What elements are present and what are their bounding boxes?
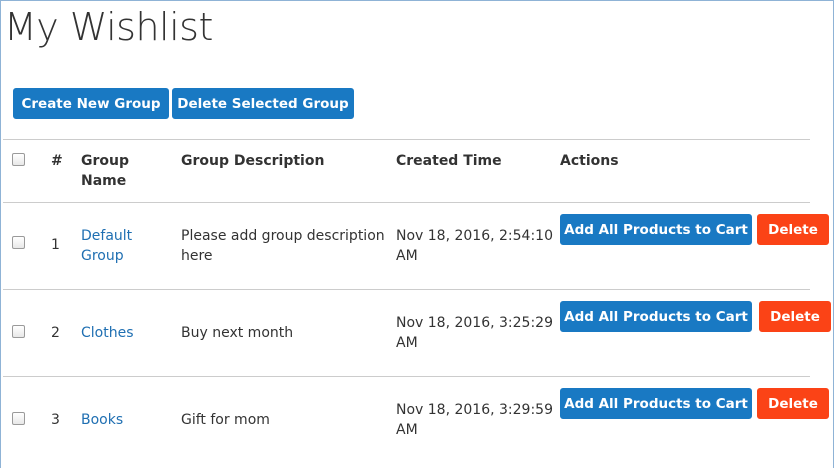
- created-time-line1: Nov 18, 2016, 3:25:29: [396, 315, 553, 331]
- group-name-link[interactable]: Default Group: [81, 226, 132, 266]
- row-divider: [3, 289, 810, 290]
- created-time: Nov 18, 2016, 3:29:59 AM: [396, 400, 553, 440]
- delete-group-button[interactable]: Delete: [757, 214, 829, 245]
- add-all-products-to-cart-button[interactable]: Add All Products to Cart: [560, 214, 752, 245]
- created-time-line1: Nov 18, 2016, 2:54:10: [396, 228, 553, 244]
- column-header-group-name-line1: Group: [81, 153, 130, 169]
- column-header-group-name-line2: Name: [81, 173, 127, 189]
- created-time-line2: AM: [396, 335, 418, 351]
- group-name-line2: Group: [81, 248, 124, 264]
- row-select-checkbox[interactable]: [12, 325, 25, 338]
- column-header-created-time[interactable]: Created Time: [396, 151, 502, 171]
- column-header-number: #: [51, 153, 63, 169]
- created-time-line1: Nov 18, 2016, 3:29:59: [396, 402, 553, 418]
- row-index: 3: [51, 412, 60, 428]
- create-new-group-button[interactable]: Create New Group: [13, 88, 169, 119]
- delete-group-button[interactable]: Delete: [759, 301, 831, 332]
- row-select-checkbox[interactable]: [12, 236, 25, 249]
- group-description: Gift for mom: [181, 412, 270, 428]
- table-top-divider: [3, 139, 810, 140]
- add-all-products-to-cart-button[interactable]: Add All Products to Cart: [560, 301, 752, 332]
- column-header-group-name[interactable]: Group Name: [81, 151, 129, 191]
- created-time: Nov 18, 2016, 3:25:29 AM: [396, 313, 553, 353]
- select-all-checkbox[interactable]: [12, 153, 25, 166]
- group-description-line1: Please add group description: [181, 228, 385, 244]
- group-description: Please add group description here: [181, 226, 385, 266]
- group-description-line2: here: [181, 248, 213, 264]
- column-header-description[interactable]: Group Description: [181, 151, 324, 171]
- group-name-line1: Default: [81, 228, 133, 244]
- row-index: 2: [51, 325, 60, 341]
- row-select-checkbox[interactable]: [12, 412, 25, 425]
- delete-group-button[interactable]: Delete: [757, 388, 829, 419]
- created-time-line2: AM: [396, 422, 418, 438]
- page-title: My Wishlist: [4, 5, 213, 49]
- created-time-line2: AM: [396, 248, 418, 264]
- table-header-divider: [3, 202, 810, 203]
- delete-selected-group-button[interactable]: Delete Selected Group: [172, 88, 354, 119]
- group-description: Buy next month: [181, 325, 294, 341]
- row-divider: [3, 376, 810, 377]
- add-all-products-to-cart-button[interactable]: Add All Products to Cart: [560, 388, 752, 419]
- group-name-link[interactable]: Clothes: [81, 323, 134, 343]
- column-header-actions: Actions: [560, 153, 619, 169]
- group-name-link[interactable]: Books: [81, 410, 123, 430]
- created-time: Nov 18, 2016, 2:54:10 AM: [396, 226, 553, 266]
- row-index: 1: [51, 237, 60, 253]
